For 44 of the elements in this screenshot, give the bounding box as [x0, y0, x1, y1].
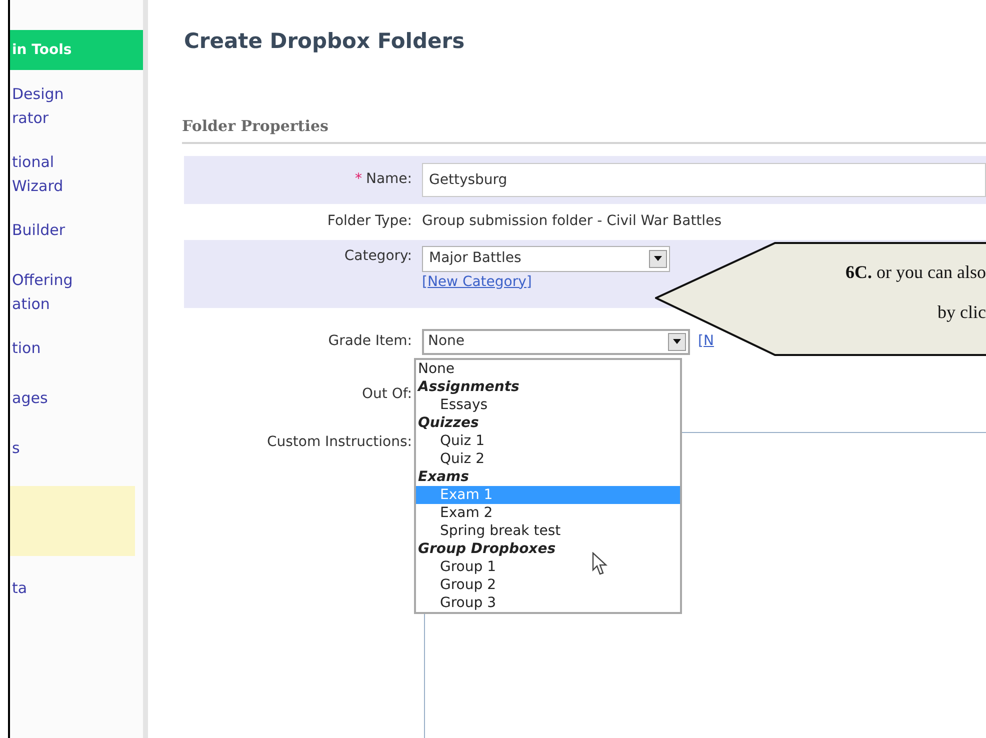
option-group-label: Assignments — [416, 378, 520, 396]
category-select[interactable]: Major Battles — [422, 246, 670, 272]
option-group-label: Group Dropboxes — [417, 540, 557, 558]
sidebar-item[interactable]: Offering ation — [10, 268, 135, 316]
name-input-field[interactable]: Gettysburg — [422, 162, 986, 196]
sidebar-item[interactable]: Builder — [10, 218, 135, 248]
sidebar-item[interactable]: ta — [10, 576, 135, 606]
field-label: Out Of: — [362, 385, 412, 404]
dropdown-option[interactable]: Group 2 — [416, 576, 680, 594]
new-grade-item-link[interactable]: [N — [698, 331, 714, 352]
sidebar-item[interactable]: tional Wizard — [10, 150, 135, 198]
mouse-pointer-icon — [592, 552, 608, 576]
dropdown-option[interactable]: None — [416, 360, 680, 378]
dropdown-option[interactable]: Quiz 1 — [416, 432, 680, 450]
page-title: Create Dropbox Folders — [184, 28, 466, 55]
dropdown-option[interactable]: Essays — [416, 396, 680, 414]
section-title: Folder Properties — [182, 116, 328, 134]
dropdown-caret-button[interactable] — [668, 332, 686, 350]
dropdown-option[interactable]: Exam 2 — [416, 504, 680, 522]
option-group-label: Quizzes — [417, 414, 480, 432]
sidebar-title: in Tools — [10, 30, 143, 70]
callout-text: 6C. or you can also — [846, 261, 986, 284]
new-category-link[interactable]: [New Category] — [422, 272, 532, 292]
field-label: Folder Type: — [327, 212, 412, 231]
dropdown-caret-button[interactable] — [649, 250, 667, 268]
option-group-label: Exams — [417, 468, 470, 486]
sidebar-item[interactable]: s — [10, 436, 135, 466]
sidebar-item[interactable]: ages — [10, 386, 135, 416]
caret-icon — [654, 256, 662, 261]
field-label: Custom Instructions: — [266, 432, 412, 452]
grade-item-select[interactable]: None — [422, 328, 690, 354]
field-label: Name: — [366, 170, 412, 189]
field-label: Category: — [344, 246, 412, 266]
caret-icon — [673, 339, 681, 344]
dropdown-option[interactable]: Spring break test — [416, 522, 680, 540]
callout-text: by clic — [938, 301, 986, 324]
sidebar-item[interactable]: Design rator — [10, 82, 135, 130]
required-mark: * — [354, 170, 362, 189]
dropdown-option[interactable]: Group 3 — [416, 594, 680, 612]
sidebar-item[interactable]: tion — [10, 336, 135, 366]
dropdown-option[interactable]: Quiz 2 — [416, 450, 680, 468]
folder-type-value: Group submission folder - Civil War Battles — [422, 212, 722, 231]
dropdown-option[interactable]: Group 1 — [416, 558, 680, 576]
field-label: Grade Item: — [328, 332, 412, 351]
